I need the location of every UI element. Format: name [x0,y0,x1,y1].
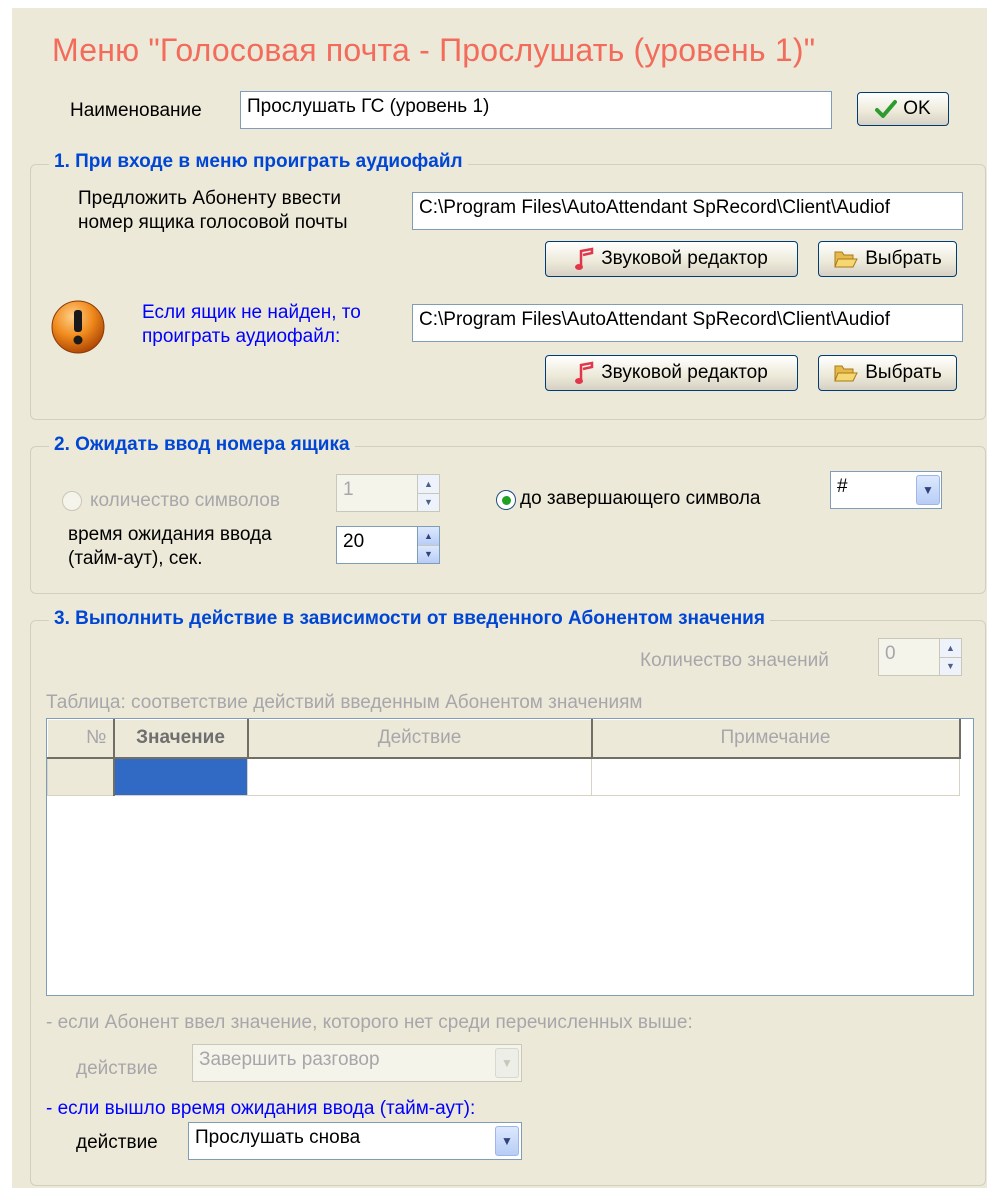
not-found-label-line2: проиграть аудиофайл: [142,326,341,347]
section3-title: 3. Выполнить действие в зависимости от в… [49,608,770,630]
terminal-label: до завершающего символа [520,488,761,509]
radio-selected-dot [501,495,511,505]
timeout-label-line2: (тайм-аут), сек. [68,548,203,569]
table-header-row: № Значение Действие Примечание [47,719,961,759]
col-value-header[interactable]: Значение [113,719,249,759]
choose-file-label: Выбрать [865,248,942,269]
prompt-audio-path-input[interactable]: C:\Program Files\AutoAttendant SpRecord\… [412,192,963,230]
section1-title: 1. При входе в меню проиграть аудиофайл [49,151,468,173]
spin-up-icon[interactable]: ▲ [940,639,961,658]
timeout-action-label: действие [76,1132,158,1153]
open-folder-icon [834,365,859,382]
spin-down-icon[interactable]: ▼ [418,493,439,511]
chevron-down-icon[interactable]: ▼ [495,1048,519,1078]
spin-down-icon[interactable]: ▼ [418,545,439,563]
prompt-label-line2: номер ящика голосовой почты [78,212,348,233]
choose-file-label-2: Выбрать [865,362,942,383]
timeout-action-select[interactable]: Прослушать снова [188,1122,522,1160]
music-note-icon [575,247,594,270]
ok-button[interactable]: OK [857,92,949,126]
sound-editor-button-2[interactable]: Звуковой редактор [545,355,798,391]
section2-title: 2. Ожидать ввод номера ящика [49,434,355,456]
timeout-action-heading: - если вышло время ожидания ввода (тайм-… [46,1098,476,1119]
not-found-label-line1: Если ящик не найден, то [142,302,361,323]
count-label: количество символов [90,490,280,511]
col-number-header[interactable]: № [47,719,115,759]
unknown-action-select[interactable]: Завершить разговор [192,1044,522,1082]
note-cell[interactable] [591,757,960,796]
warning-icon [50,299,106,355]
count-spinner[interactable]: ▲ ▼ [418,474,440,512]
values-table-container[interactable]: № Значение Действие Примечание [46,718,974,996]
music-note-icon [575,361,594,384]
col-note-header[interactable]: Примечание [591,719,961,759]
choose-file-button-2[interactable]: Выбрать [818,355,957,391]
table-row[interactable] [47,757,960,796]
prompt-label-line1: Предложить Абоненту ввести [78,188,342,209]
unknown-action-label: действие [76,1058,158,1079]
ok-button-label: OK [903,98,931,119]
spin-down-icon[interactable]: ▼ [940,657,961,675]
menu-settings-panel: Меню "Голосовая почта - Прослушать (уров… [12,8,987,1188]
action-cell[interactable] [247,757,592,796]
sound-editor-label-2: Звуковой редактор [601,362,768,383]
timeout-label-line1: время ожидания ввода [68,524,272,545]
count-input[interactable]: 1 [336,474,418,512]
table-caption: Таблица: соответствие действий введенным… [46,692,643,713]
chevron-down-icon[interactable]: ▼ [495,1126,519,1156]
sound-editor-label: Звуковой редактор [601,248,768,269]
chevron-down-icon[interactable]: ▼ [916,475,940,505]
timeout-spinner[interactable]: ▲ ▼ [418,526,440,564]
name-label: Наименование [70,100,202,121]
col-action-header[interactable]: Действие [247,719,593,759]
open-folder-icon [834,251,859,268]
unknown-value-label: - если Абонент ввел значение, которого н… [46,1012,693,1033]
count-values-label: Количество значений [640,650,829,671]
row-header-cell[interactable] [47,757,115,796]
section2-groupbox [30,446,986,594]
not-found-audio-path-input[interactable]: C:\Program Files\AutoAttendant SpRecord\… [412,304,963,342]
name-input[interactable]: Прослушать ГС (уровень 1) [240,91,832,129]
page-title: Меню "Голосовая почта - Прослушать (уров… [52,32,816,68]
timeout-input[interactable]: 20 [336,526,418,564]
spin-up-icon[interactable]: ▲ [418,527,439,546]
count-radio[interactable] [62,491,82,511]
count-values-spinner[interactable]: ▲ ▼ [940,638,962,676]
value-cell-selected[interactable] [113,757,248,796]
count-values-input[interactable]: 0 [878,638,940,676]
spin-up-icon[interactable]: ▲ [418,475,439,494]
sound-editor-button[interactable]: Звуковой редактор [545,241,798,277]
checkmark-icon [875,100,898,118]
terminal-radio[interactable] [496,490,516,510]
choose-file-button[interactable]: Выбрать [818,241,957,277]
values-table[interactable]: № Значение Действие Примечание [47,719,961,796]
